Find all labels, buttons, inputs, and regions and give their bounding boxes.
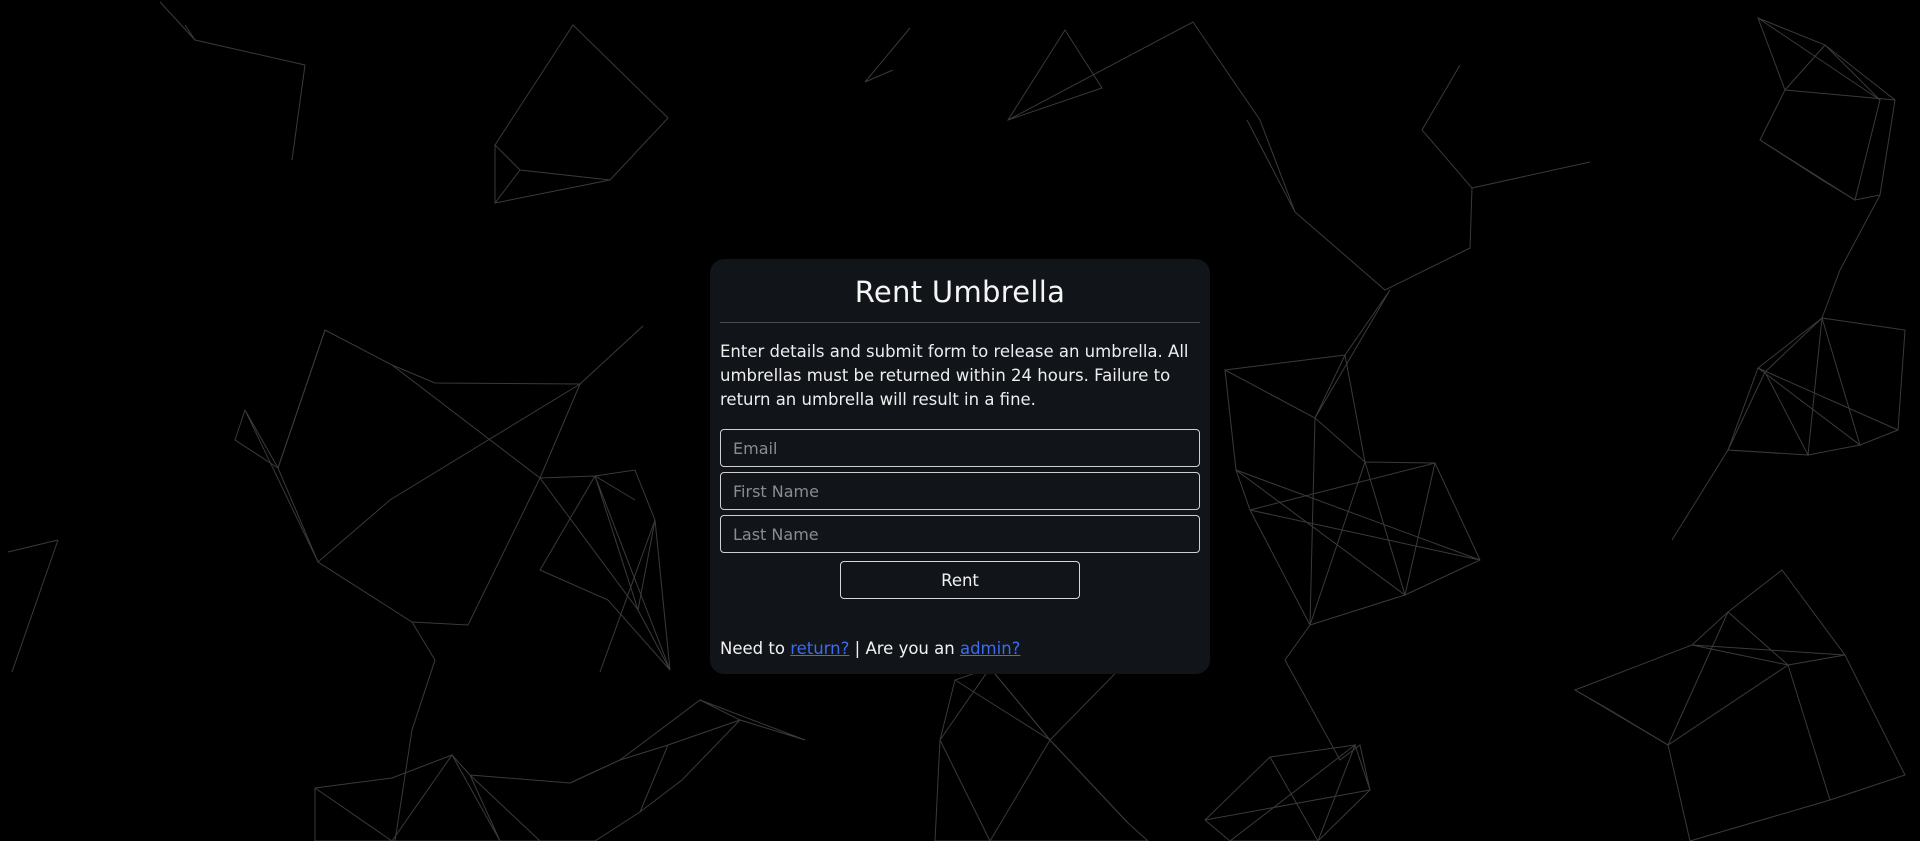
rent-form: Rent: [720, 429, 1200, 599]
form-description: Enter details and submit form to release…: [720, 342, 1189, 409]
last-name-input[interactable]: [720, 515, 1200, 553]
title-divider: [720, 322, 1200, 323]
return-link[interactable]: return?: [790, 639, 849, 658]
page-title: Rent Umbrella: [854, 275, 1066, 309]
email-input[interactable]: [720, 429, 1200, 467]
rent-umbrella-card: Rent Umbrella Enter details and submit f…: [710, 259, 1210, 674]
admin-link[interactable]: admin?: [960, 639, 1020, 658]
rent-button[interactable]: Rent: [840, 561, 1080, 599]
need-to-text: Need to: [720, 639, 785, 658]
first-name-input[interactable]: [720, 472, 1200, 510]
admin-prompt-text: | Are you an: [854, 639, 955, 658]
footer-links: Need to return? | Are you an admin?: [720, 639, 1020, 658]
